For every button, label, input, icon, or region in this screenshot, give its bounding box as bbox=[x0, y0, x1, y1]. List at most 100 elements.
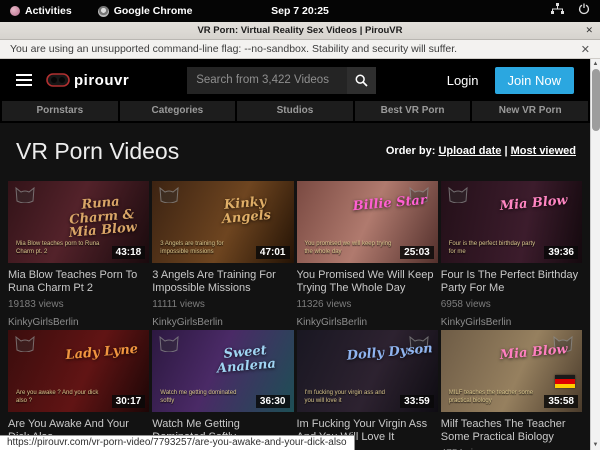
menu-item-pornstars[interactable]: Pornstars bbox=[2, 101, 118, 121]
network-icon[interactable] bbox=[551, 2, 564, 20]
infobar-close-icon[interactable]: ✕ bbox=[581, 43, 590, 56]
studio-cat-mask-icon bbox=[14, 185, 36, 208]
thumb-caption: Are you awake ? And your dick also ? bbox=[16, 390, 104, 406]
thumb-caption: Watch me getting dominated softly bbox=[160, 390, 248, 406]
page-title: VR Porn Videos bbox=[16, 138, 179, 165]
order-by-controls: Order by: Upload date | Most viewed bbox=[386, 138, 576, 157]
video-card[interactable]: Billie Star You promised we will keep tr… bbox=[297, 181, 438, 328]
thumb-overlay-title: Billie Star bbox=[346, 193, 434, 214]
thumb-caption: You promised we will keep trying the who… bbox=[305, 241, 393, 257]
chrome-infobar: You are using an unsupported command-lin… bbox=[0, 40, 600, 59]
thumb-overlay-title: Sweet Analena bbox=[201, 342, 291, 377]
window-title: VR Porn: Virtual Reality Sex Videos | Pi… bbox=[197, 25, 402, 36]
running-app-label: Google Chrome bbox=[114, 5, 193, 17]
menu-item-categories[interactable]: Categories bbox=[120, 101, 236, 121]
login-link[interactable]: Login bbox=[447, 73, 479, 88]
video-card[interactable]: Mia Blow Four is the perfect birthday pa… bbox=[441, 181, 582, 328]
search-input[interactable] bbox=[187, 67, 347, 94]
window-close-icon[interactable]: ✕ bbox=[585, 25, 593, 36]
video-duration: 47:01 bbox=[256, 246, 290, 259]
video-title[interactable]: Four Is The Perfect Birthday Party For M… bbox=[441, 269, 580, 295]
video-thumbnail[interactable]: Lady Lyne Are you awake ? And your dick … bbox=[8, 330, 149, 412]
video-duration: 25:03 bbox=[400, 246, 434, 259]
thumb-caption: 3 Angels are training for impossible mis… bbox=[160, 241, 248, 257]
menu-item-best-vr-porn[interactable]: Best VR Porn bbox=[355, 101, 471, 121]
video-title[interactable]: Milf Teaches The Teacher Some Practical … bbox=[441, 418, 580, 444]
studio-cat-mask-icon bbox=[158, 334, 180, 357]
video-duration: 43:18 bbox=[112, 246, 146, 259]
video-thumbnail[interactable]: Sweet Analena Watch me getting dominated… bbox=[152, 330, 293, 412]
video-duration: 30:17 bbox=[112, 395, 146, 408]
video-card[interactable]: Mia Blow MILF teaches the teacher some p… bbox=[441, 330, 582, 450]
thumb-overlay-title: Mia Blow bbox=[490, 193, 578, 214]
status-bar-url: https://pirouvr.com/vr-porn-video/779325… bbox=[0, 435, 355, 450]
window-title-bar: VR Porn: Virtual Reality Sex Videos | Pi… bbox=[0, 22, 600, 40]
video-card[interactable]: Lady Lyne Are you awake ? And your dick … bbox=[8, 330, 149, 450]
video-thumbnail[interactable]: Billie Star You promised we will keep tr… bbox=[297, 181, 438, 263]
thumb-caption: MILF teaches the teacher some practical … bbox=[449, 390, 537, 406]
video-title[interactable]: You Promised We Will Keep Trying The Who… bbox=[297, 269, 436, 295]
video-duration: 36:30 bbox=[256, 395, 290, 408]
video-thumbnail[interactable]: Dolly Dyson I'm fucking your virgin ass … bbox=[297, 330, 438, 412]
site-logo[interactable]: pirouvr bbox=[46, 72, 129, 89]
video-studio-link[interactable]: KinkyGirlsBerlin bbox=[297, 317, 438, 328]
video-studio-link[interactable]: KinkyGirlsBerlin bbox=[441, 317, 582, 328]
thumb-overlay-title: Kinky Angels bbox=[201, 193, 291, 228]
activities-icon bbox=[10, 6, 20, 16]
activities-button[interactable]: Activities bbox=[10, 5, 72, 17]
desktop-top-bar: Activities Google Chrome Sep 7 20:25 bbox=[0, 0, 600, 22]
video-views: 11111 views bbox=[152, 299, 293, 310]
thumb-caption: Mia Blow teaches porn to Runa Charm pt. … bbox=[16, 241, 104, 257]
search-bar bbox=[187, 67, 376, 94]
video-card[interactable]: Dolly Dyson I'm fucking your virgin ass … bbox=[297, 330, 438, 450]
order-by-label: Order by: bbox=[386, 145, 436, 157]
video-thumbnail[interactable]: Mia Blow Four is the perfect birthday pa… bbox=[441, 181, 582, 263]
logo-text: pirouvr bbox=[74, 72, 129, 89]
clock[interactable]: Sep 7 20:25 bbox=[271, 5, 329, 17]
thumb-overlay-title: Dolly Dyson bbox=[346, 342, 434, 363]
video-thumbnail[interactable]: Kinky Angels 3 Angels are training for i… bbox=[152, 181, 293, 263]
scrollbar-thumb[interactable] bbox=[592, 69, 600, 131]
main-menu: Pornstars Categories Studios Best VR Por… bbox=[0, 101, 590, 123]
video-studio-link[interactable]: KinkyGirlsBerlin bbox=[152, 317, 293, 328]
video-views: 19183 views bbox=[8, 299, 149, 310]
video-grid: Runa Charm & Mia Blow Mia Blow teaches p… bbox=[0, 181, 590, 450]
studio-cat-mask-icon bbox=[447, 185, 469, 208]
video-thumbnail[interactable]: Runa Charm & Mia Blow Mia Blow teaches p… bbox=[8, 181, 149, 263]
power-icon[interactable] bbox=[578, 2, 590, 20]
search-icon bbox=[355, 74, 368, 87]
chrome-icon bbox=[98, 6, 109, 17]
video-studio-link[interactable]: KinkyGirlsBerlin bbox=[8, 317, 149, 328]
order-by-most-viewed-link[interactable]: Most viewed bbox=[511, 145, 576, 157]
search-button[interactable] bbox=[347, 67, 376, 94]
video-views: 11326 views bbox=[297, 299, 438, 310]
video-thumbnail[interactable]: Mia Blow MILF teaches the teacher some p… bbox=[441, 330, 582, 412]
infobar-message: You are using an unsupported command-lin… bbox=[10, 43, 457, 55]
thumb-overlay-title: Mia Blow bbox=[490, 342, 578, 363]
video-card[interactable]: Sweet Analena Watch me getting dominated… bbox=[152, 330, 293, 450]
video-card[interactable]: Kinky Angels 3 Angels are training for i… bbox=[152, 181, 293, 328]
thumb-caption: Four is the perfect birthday party for m… bbox=[449, 241, 537, 257]
menu-item-new-vr-porn[interactable]: New VR Porn bbox=[472, 101, 588, 121]
order-by-upload-date-link[interactable]: Upload date bbox=[438, 145, 501, 157]
browser-viewport: pirouvr Login Join Now Pornstars Categor… bbox=[0, 59, 600, 450]
video-title[interactable]: Mia Blow Teaches Porn To Runa Charm Pt 2 bbox=[8, 269, 147, 295]
thumb-caption: I'm fucking your virgin ass and you will… bbox=[305, 390, 393, 406]
vr-headset-icon bbox=[46, 73, 70, 87]
scrollbar-down-arrow[interactable]: ▼ bbox=[593, 442, 599, 448]
video-views: 6958 views bbox=[441, 299, 582, 310]
video-duration: 35:58 bbox=[544, 395, 578, 408]
hamburger-menu-icon[interactable] bbox=[16, 74, 32, 86]
video-duration: 33:59 bbox=[400, 395, 434, 408]
video-duration: 39:36 bbox=[544, 246, 578, 259]
activities-label: Activities bbox=[25, 5, 72, 17]
running-app-indicator[interactable]: Google Chrome bbox=[98, 5, 193, 17]
thumb-overlay-title: Runa Charm & Mia Blow bbox=[56, 193, 147, 241]
video-card[interactable]: Runa Charm & Mia Blow Mia Blow teaches p… bbox=[8, 181, 149, 328]
german-flag bbox=[555, 375, 575, 388]
join-now-button[interactable]: Join Now bbox=[495, 67, 574, 94]
menu-item-studios[interactable]: Studios bbox=[237, 101, 353, 121]
scrollbar-up-arrow[interactable]: ▲ bbox=[593, 61, 599, 67]
page-scrollbar[interactable]: ▲ ▼ bbox=[590, 59, 600, 450]
video-title[interactable]: 3 Angels Are Training For Impossible Mis… bbox=[152, 269, 291, 295]
